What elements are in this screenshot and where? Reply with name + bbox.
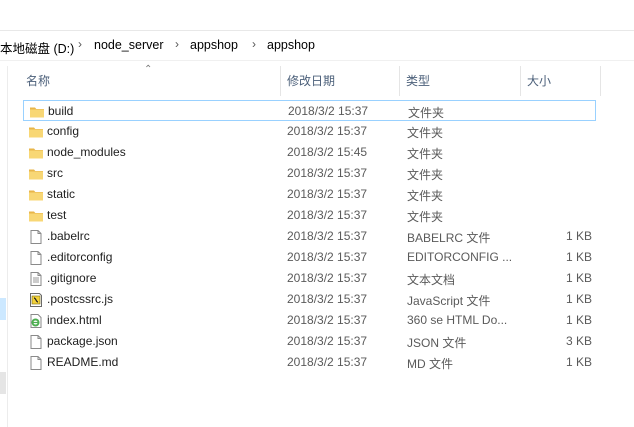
- breadcrumb-appshop[interactable]: appshop: [190, 38, 238, 52]
- column-divider[interactable]: [520, 66, 521, 96]
- file-name: build: [48, 104, 74, 118]
- file-type: 文件夹: [407, 168, 444, 182]
- file-date: 2018/3/2 15:45: [287, 145, 368, 159]
- file-size: 1 KB: [565, 355, 592, 369]
- html-file-icon: [28, 313, 44, 329]
- file-size: 1 KB: [565, 229, 592, 243]
- file-name: node_modules: [47, 145, 126, 159]
- text-file-icon: [28, 271, 44, 287]
- column-header: 名称 修改日期 类型 大小: [18, 66, 601, 96]
- file-name: config: [47, 124, 80, 138]
- folder-icon: [28, 166, 44, 182]
- file-date: 2018/3/2 15:37: [287, 124, 368, 138]
- chevron-right-icon[interactable]: ›: [252, 37, 256, 51]
- javascript-file-icon: [28, 292, 44, 308]
- file-size: 1 KB: [565, 292, 592, 306]
- file-row-package-json[interactable]: package.json 2018/3/2 15:37 JSON 文件 3 KB: [23, 331, 596, 352]
- file-date: 2018/3/2 15:37: [287, 334, 368, 348]
- column-header-type[interactable]: 类型: [406, 66, 430, 96]
- file-type: 文件夹: [408, 106, 445, 120]
- file-row-postcssrc[interactable]: .postcssrc.js 2018/3/2 15:37 JavaScript …: [23, 289, 596, 310]
- folder-icon: [28, 208, 44, 224]
- file-date: 2018/3/2 15:37: [287, 355, 368, 369]
- file-row-config[interactable]: config 2018/3/2 15:37 文件夹: [23, 121, 596, 142]
- chevron-right-icon[interactable]: ›: [175, 37, 179, 51]
- file-type: BABELRC 文件: [407, 231, 491, 245]
- file-row-index-html[interactable]: index.html 2018/3/2 15:37 360 se HTML Do…: [23, 310, 596, 331]
- column-header-modified[interactable]: 修改日期: [287, 66, 335, 96]
- file-size: 1 KB: [565, 271, 592, 285]
- toolbar-separator: [0, 30, 634, 31]
- address-bar[interactable]: 本地磁盘 (D:) › node_server › appshop › apps…: [0, 33, 634, 59]
- file-type: JSON 文件: [407, 336, 467, 350]
- file-date: 2018/3/2 15:37: [287, 292, 368, 306]
- file-name: static: [47, 187, 76, 201]
- file-icon: [28, 229, 44, 245]
- file-date: 2018/3/2 15:37: [287, 313, 368, 327]
- file-row-test[interactable]: test 2018/3/2 15:37 文件夹: [23, 205, 596, 226]
- file-name: .postcssrc.js: [47, 292, 114, 306]
- file-date: 2018/3/2 15:37: [287, 229, 368, 243]
- chevron-right-icon[interactable]: ›: [78, 37, 82, 51]
- navigation-pane[interactable]: [0, 66, 8, 427]
- file-row-static[interactable]: static 2018/3/2 15:37 文件夹: [23, 184, 596, 205]
- file-type: 文件夹: [407, 210, 444, 224]
- file-name: index.html: [47, 313, 102, 327]
- file-name: .gitignore: [47, 271, 97, 285]
- file-date: 2018/3/2 15:37: [287, 250, 368, 264]
- file-type: EDITORCONFIG ...: [407, 250, 513, 264]
- file-type: MD 文件: [407, 357, 453, 371]
- file-type: 文件夹: [407, 147, 444, 161]
- folder-icon: [28, 187, 44, 203]
- file-date: 2018/3/2 15:37: [287, 187, 368, 201]
- file-date: 2018/3/2 15:37: [288, 104, 369, 118]
- file-date: 2018/3/2 15:37: [287, 166, 368, 180]
- file-date: 2018/3/2 15:37: [287, 271, 368, 285]
- address-divider: [0, 60, 634, 61]
- file-name: .babelrc: [47, 229, 90, 243]
- nav-selected-item[interactable]: [0, 298, 6, 320]
- file-type: 文件夹: [407, 126, 444, 140]
- file-name: test: [47, 208, 67, 222]
- column-header-name[interactable]: 名称: [26, 66, 50, 96]
- file-icon: [28, 334, 44, 350]
- breadcrumb-drive[interactable]: 本地磁盘 (D:): [0, 38, 74, 57]
- file-type: 文件夹: [407, 189, 444, 203]
- file-name: .editorconfig: [47, 250, 113, 264]
- file-type: JavaScript 文件: [407, 294, 491, 308]
- column-divider[interactable]: [280, 66, 281, 96]
- file-icon: [28, 250, 44, 266]
- file-size: 1 KB: [565, 313, 592, 327]
- column-header-size[interactable]: 大小: [527, 66, 551, 96]
- breadcrumb-appshop-current[interactable]: appshop: [267, 38, 315, 52]
- file-row-gitignore[interactable]: .gitignore 2018/3/2 15:37 文本文档 1 KB: [23, 268, 596, 289]
- nav-item[interactable]: [0, 372, 6, 394]
- file-name: package.json: [47, 334, 118, 348]
- file-row-build[interactable]: build 2018/3/2 15:37 文件夹: [23, 100, 596, 121]
- file-row-node-modules[interactable]: node_modules 2018/3/2 15:45 文件夹: [23, 142, 596, 163]
- file-row-readme[interactable]: README.md 2018/3/2 15:37 MD 文件 1 KB: [23, 352, 596, 373]
- folder-icon: [28, 145, 44, 161]
- file-name: src: [47, 166, 63, 180]
- file-date: 2018/3/2 15:37: [287, 208, 368, 222]
- file-name: README.md: [47, 355, 119, 369]
- file-type: 360 se HTML Do...: [407, 313, 508, 327]
- folder-icon: [28, 124, 44, 140]
- file-size: 3 KB: [565, 334, 592, 348]
- file-icon: [28, 355, 44, 371]
- folder-icon: [29, 104, 45, 120]
- breadcrumb-node-server[interactable]: node_server: [94, 38, 164, 52]
- file-row-src[interactable]: src 2018/3/2 15:37 文件夹: [23, 163, 596, 184]
- file-row-editorconfig[interactable]: .editorconfig 2018/3/2 15:37 EDITORCONFI…: [23, 247, 596, 268]
- file-size: 1 KB: [565, 250, 592, 264]
- column-divider[interactable]: [600, 66, 601, 96]
- file-row-babelrc[interactable]: .babelrc 2018/3/2 15:37 BABELRC 文件 1 KB: [23, 226, 596, 247]
- file-type: 文本文档: [407, 273, 456, 287]
- column-divider[interactable]: [399, 66, 400, 96]
- toolbar-area: [0, 0, 634, 33]
